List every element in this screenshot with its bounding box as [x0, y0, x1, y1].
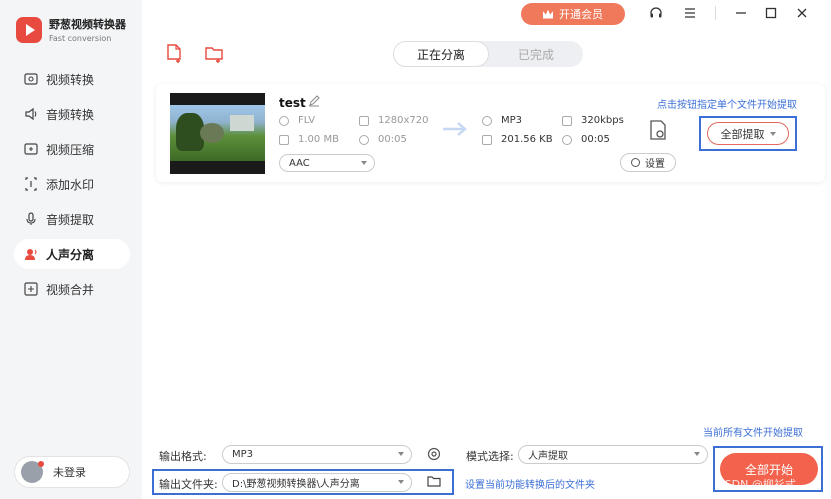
login-button[interactable]: 未登录	[14, 456, 130, 488]
target-size: 201.56 KB	[482, 134, 553, 145]
crown-icon	[543, 9, 553, 19]
format-label: 输出格式:	[159, 450, 207, 463]
audio-extract-icon	[24, 212, 38, 226]
output-folder-select[interactable]: D:\野葱视频转换器\人声分离	[222, 473, 412, 492]
file-size-icon	[279, 134, 289, 145]
sidebar-item-label: 视频合并	[46, 282, 95, 297]
chevron-down-icon	[398, 480, 404, 484]
sidebar-item-label: 视频压缩	[46, 142, 95, 157]
status-tabs: 正在分离 已完成	[393, 41, 583, 67]
output-settings-icon[interactable]	[649, 119, 667, 141]
vip-button[interactable]: 开通会员	[521, 3, 625, 25]
sidebar-item-label: 音频提取	[46, 212, 95, 227]
add-file-icon[interactable]	[165, 44, 183, 64]
source-size: 1.00 MB	[279, 134, 339, 145]
source-duration: 00:05	[359, 134, 407, 145]
format-settings-icon[interactable]	[427, 447, 441, 464]
single-file-hint: 点击按钮指定单个文件开始提取	[657, 100, 797, 111]
sidebar-item-audio-extract[interactable]: 音频提取	[14, 204, 130, 234]
extract-highlight: 全部提取	[699, 116, 797, 151]
all-files-hint: 当前所有文件开始提取	[703, 428, 803, 439]
video-merge-icon	[24, 282, 38, 296]
extract-all-button[interactable]: 全部提取	[707, 122, 789, 145]
app-name: 野葱视频转换器	[49, 18, 126, 31]
vip-label: 开通会员	[559, 8, 603, 21]
source-format: FLV	[279, 115, 315, 126]
watermark-text: CSDN @柳衫式	[717, 478, 796, 491]
gear-icon	[631, 158, 640, 167]
set-folder-link[interactable]: 设置当前功能转换后的文件夹	[465, 476, 595, 491]
output-format-select[interactable]: MP3	[222, 445, 412, 464]
chevron-down-icon	[769, 131, 776, 136]
video-thumbnail	[170, 93, 265, 174]
maximize-icon[interactable]	[761, 4, 781, 22]
bitrate-icon	[562, 115, 572, 126]
sidebar-item-label: 视频转换	[46, 72, 95, 87]
settings-button[interactable]: 设置	[620, 153, 676, 172]
login-label: 未登录	[53, 466, 86, 479]
sidebar-item-video-convert[interactable]: 视频转换	[14, 64, 130, 94]
menu-icon[interactable]	[680, 4, 700, 22]
resolution-icon	[359, 115, 369, 126]
audio-track-select[interactable]: AAC	[279, 154, 375, 172]
file-size-icon	[482, 134, 492, 145]
format-icon	[482, 115, 492, 126]
file-card: test FLV 1280x720 1.00 MB 00:05 AAC MP3 …	[156, 84, 825, 182]
sidebar-item-label: 人声分离	[46, 247, 95, 262]
video-convert-icon	[24, 72, 38, 86]
open-folder-icon[interactable]	[427, 474, 441, 491]
edit-name-icon[interactable]	[308, 95, 320, 107]
play-logo-icon	[16, 16, 42, 43]
avatar	[21, 461, 44, 483]
sidebar-item-label: 音频转换	[46, 107, 95, 122]
sidebar-item-audio-convert[interactable]: 音频转换	[14, 99, 130, 129]
app-logo: 野葱视频转换器 Fast conversion	[16, 16, 126, 43]
mode-label: 模式选择:	[466, 450, 514, 463]
video-compress-icon	[24, 142, 38, 156]
sidebar-item-video-merge[interactable]: 视频合并	[14, 274, 130, 304]
sidebar-item-label: 添加水印	[46, 177, 95, 192]
tab-separating[interactable]: 正在分离	[393, 41, 489, 67]
sidebar-item-watermark[interactable]: 添加水印	[14, 169, 130, 199]
sidebar-nav: 视频转换 音频转换 视频压缩 添加水印 音频提取 人声分离 视频合并	[14, 64, 130, 309]
folder-label: 输出文件夹:	[159, 478, 218, 491]
convert-arrow-icon	[441, 120, 469, 138]
app-window: 野葱视频转换器 Fast conversion 视频转换 音频转换 视频压缩 添…	[0, 0, 831, 499]
chevron-down-icon	[398, 452, 404, 456]
audio-convert-icon	[24, 107, 38, 121]
format-icon	[279, 115, 289, 126]
headset-support-icon[interactable]	[646, 4, 666, 22]
watermark-icon	[24, 177, 38, 191]
target-format: MP3	[482, 115, 522, 126]
source-resolution: 1280x720	[359, 115, 428, 126]
voice-separate-icon	[24, 247, 38, 261]
sidebar: 野葱视频转换器 Fast conversion 视频转换 音频转换 视频压缩 添…	[0, 0, 142, 499]
target-bitrate: 320kbps	[562, 115, 624, 126]
sidebar-item-video-compress[interactable]: 视频压缩	[14, 134, 130, 164]
file-name: test	[279, 96, 306, 110]
chevron-down-icon	[361, 161, 367, 165]
sidebar-item-voice-separate[interactable]: 人声分离	[14, 239, 130, 269]
mode-select[interactable]: 人声提取	[518, 445, 708, 464]
app-subtitle: Fast conversion	[49, 34, 112, 43]
clock-icon	[562, 134, 572, 145]
add-folder-icon[interactable]	[205, 44, 223, 64]
chevron-down-icon	[694, 452, 700, 456]
target-duration: 00:05	[562, 134, 610, 145]
clock-icon	[359, 134, 369, 145]
tab-completed[interactable]: 已完成	[489, 41, 583, 67]
close-icon[interactable]	[792, 4, 812, 22]
minimize-icon[interactable]	[731, 4, 751, 22]
window-divider	[715, 6, 716, 20]
